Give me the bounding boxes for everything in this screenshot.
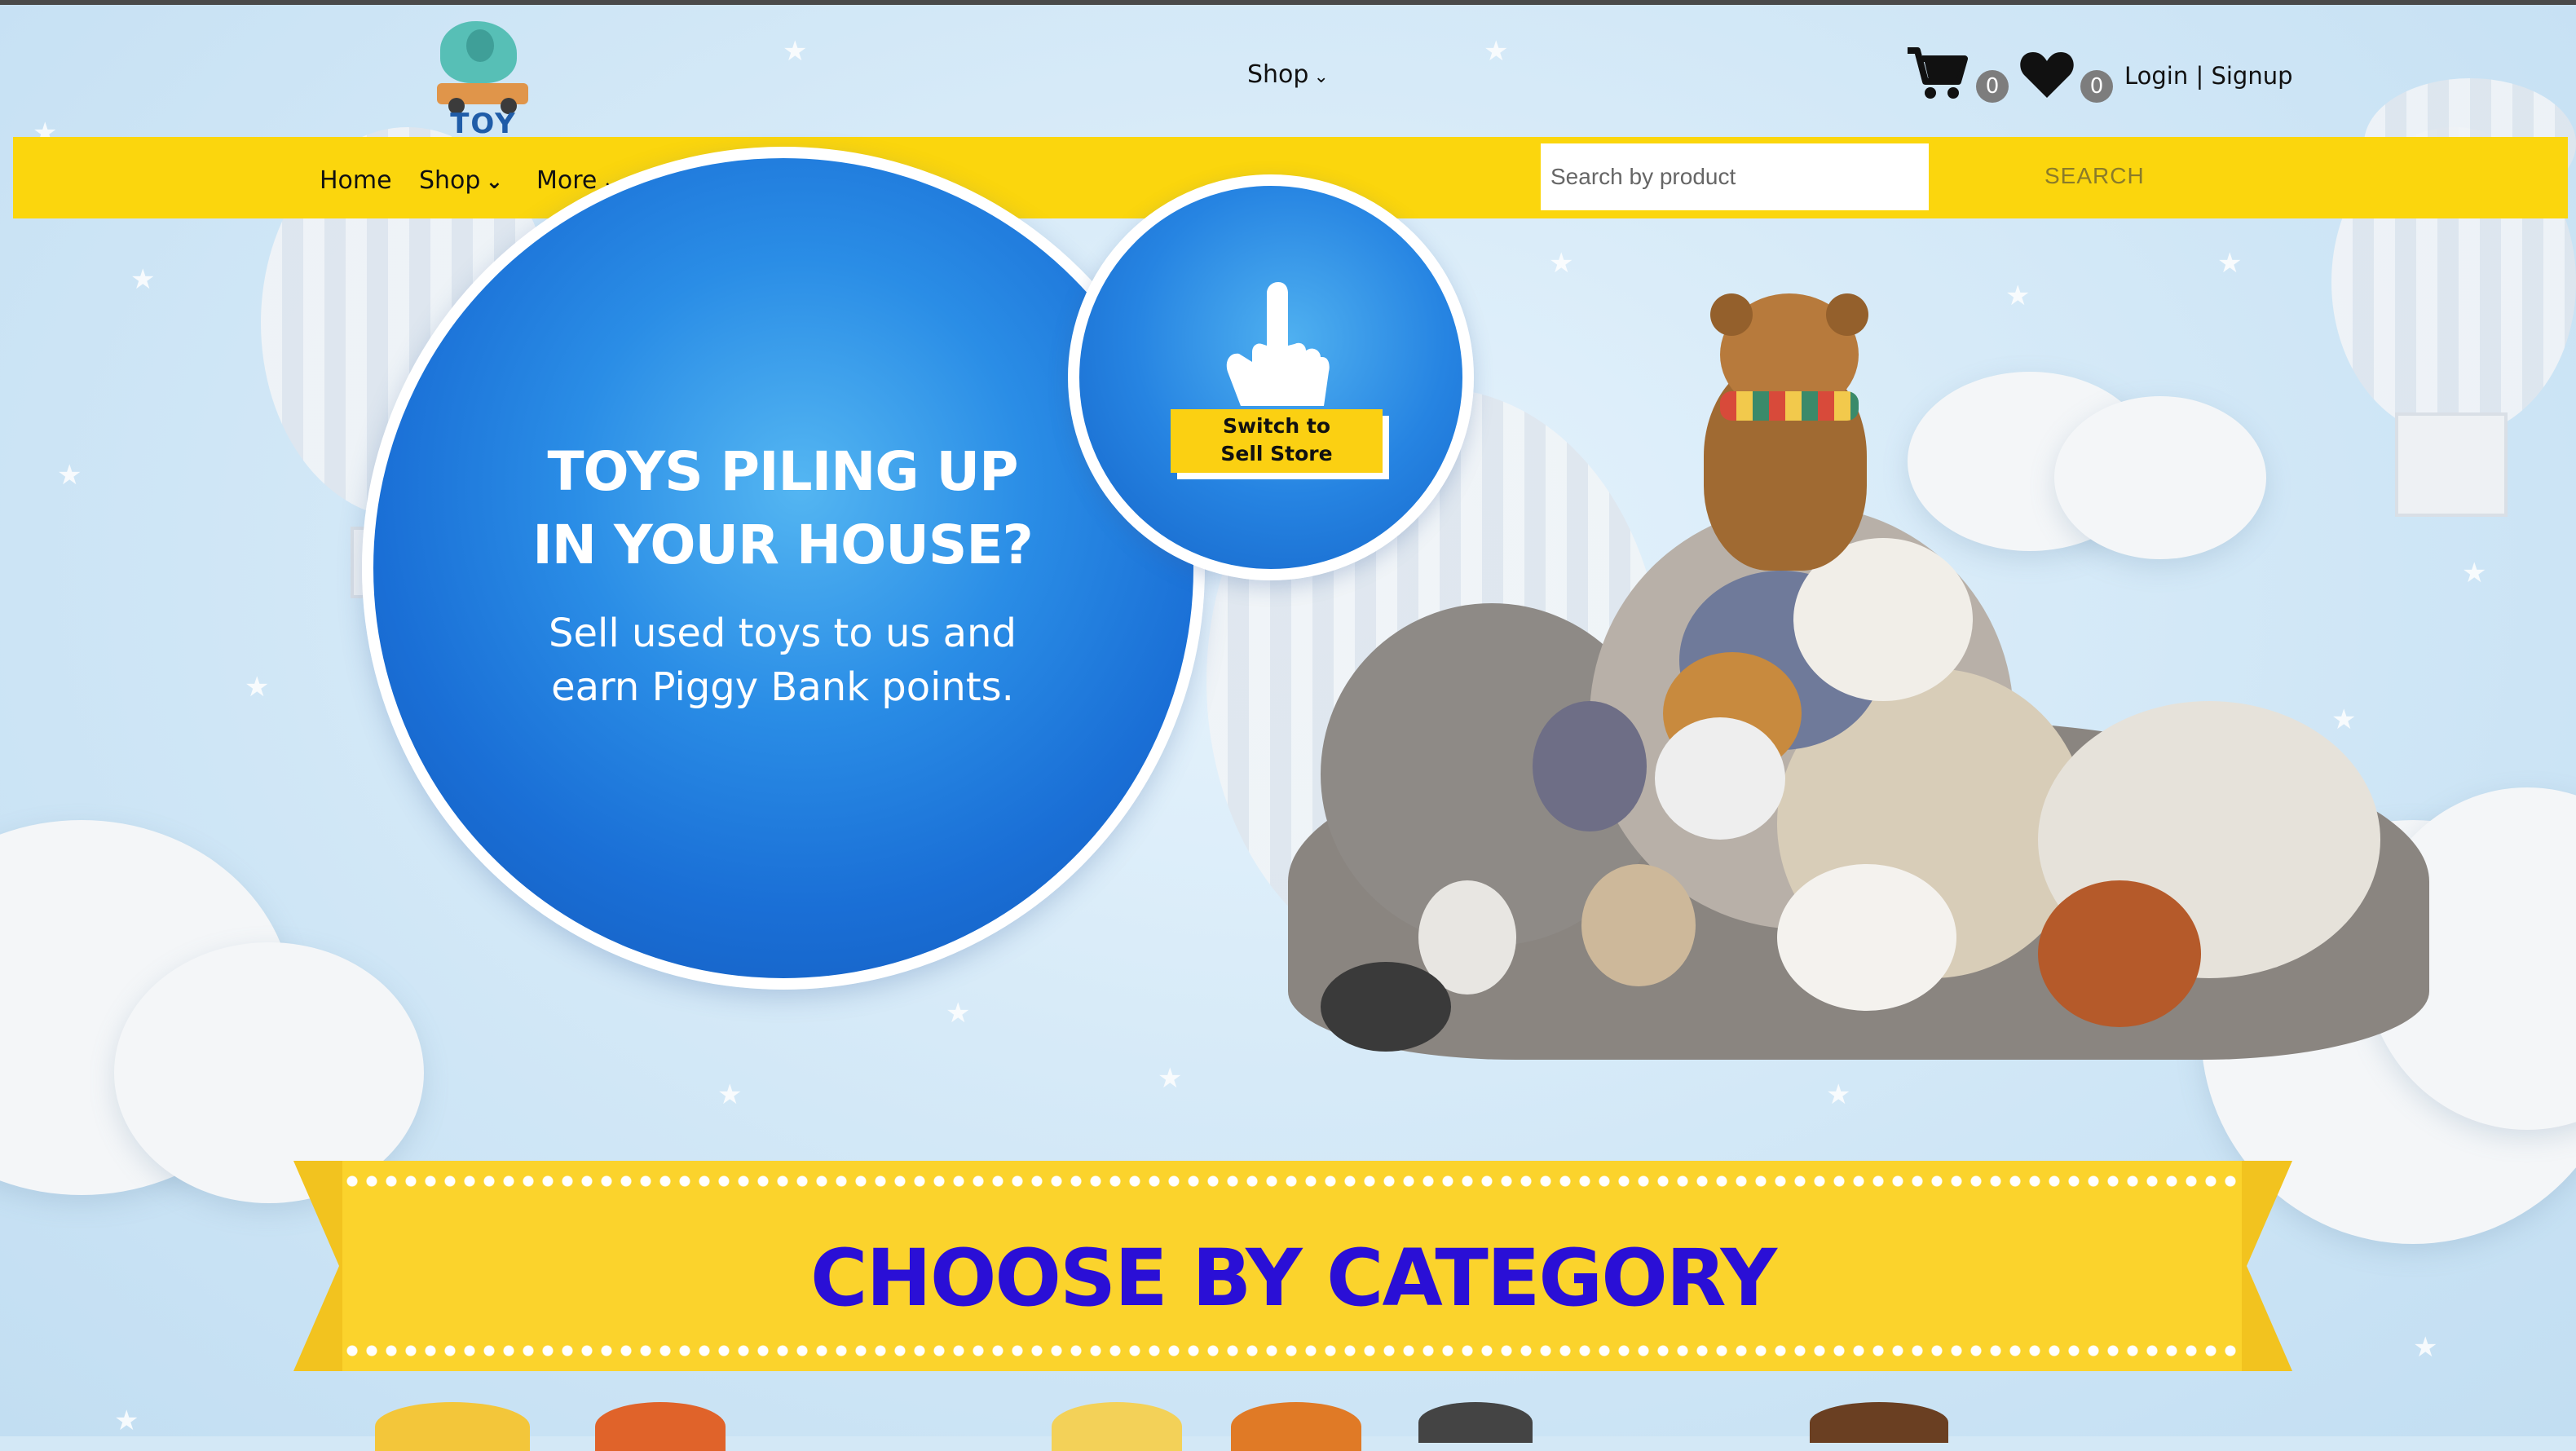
toy-shape bbox=[1533, 701, 1647, 831]
basket-decoration bbox=[2395, 412, 2508, 517]
star-decoration: ★ bbox=[1826, 1078, 1851, 1111]
nav-home[interactable]: Home bbox=[320, 166, 392, 195]
star-decoration: ★ bbox=[114, 1405, 139, 1436]
toy-shape bbox=[1655, 717, 1785, 840]
nav-shop-label: Shop bbox=[419, 166, 481, 195]
nav-shop-dropdown[interactable]: Shop ⌄ bbox=[419, 166, 503, 195]
cloud-decoration bbox=[2054, 396, 2266, 559]
header-shop-label: Shop bbox=[1247, 60, 1309, 89]
kid-avatar[interactable] bbox=[595, 1402, 726, 1451]
star-decoration: ★ bbox=[946, 997, 971, 1030]
switch-label-line: Switch to bbox=[1222, 414, 1331, 438]
chevron-down-icon: ⌄ bbox=[485, 170, 504, 194]
category-banner: CHOOSE BY CATEGORY bbox=[293, 1161, 2292, 1371]
hero-title-line: TOYS PILING UP bbox=[547, 440, 1019, 503]
star-decoration: ★ bbox=[2331, 703, 2357, 736]
logo[interactable]: TOY MARCHE bbox=[398, 18, 569, 173]
elephant-ear-icon bbox=[466, 29, 494, 62]
star-decoration: ★ bbox=[717, 1078, 743, 1111]
scarf-shape bbox=[1720, 391, 1859, 421]
kid-avatar[interactable] bbox=[1052, 1402, 1182, 1451]
chevron-down-icon: ⌄ bbox=[1313, 67, 1329, 87]
teddy-bear-ear bbox=[1710, 293, 1753, 336]
wishlist-count-badge: 0 bbox=[2080, 70, 2113, 103]
cart-count-badge: 0 bbox=[1976, 70, 2009, 103]
heart-icon[interactable] bbox=[2018, 49, 2075, 101]
hero-title-line: IN YOUR HOUSE? bbox=[532, 514, 1034, 576]
toy-shape bbox=[1777, 864, 1956, 1011]
star-decoration: ★ bbox=[1484, 35, 1509, 68]
cart-icon[interactable] bbox=[1906, 46, 1968, 103]
search-input[interactable] bbox=[1541, 143, 1929, 210]
star-decoration: ★ bbox=[1549, 247, 1574, 280]
star-decoration: ★ bbox=[2413, 1331, 2438, 1364]
ribbon-dots-bottom bbox=[342, 1345, 2242, 1356]
star-decoration: ★ bbox=[2462, 557, 2487, 589]
toy-shape bbox=[1581, 864, 1696, 986]
category-title: CHOOSE BY CATEGORY bbox=[810, 1233, 1777, 1324]
teddy-bear-ear bbox=[1826, 293, 1868, 336]
star-decoration: ★ bbox=[2005, 280, 2031, 312]
ribbon-dots-top bbox=[342, 1175, 2242, 1187]
kid-avatar[interactable] bbox=[1231, 1402, 1361, 1451]
star-decoration: ★ bbox=[130, 263, 156, 296]
hero-subtitle: Sell used toys to us and earn Piggy Bank… bbox=[473, 606, 1092, 714]
search-button[interactable]: SEARCH bbox=[2044, 163, 2145, 189]
login-signup-link[interactable]: Login | Signup bbox=[2124, 62, 2292, 90]
star-decoration: ★ bbox=[1158, 1062, 1183, 1095]
nav-more-label: More bbox=[536, 166, 598, 195]
switch-label-line: Sell Store bbox=[1220, 442, 1333, 465]
kid-avatar[interactable] bbox=[375, 1402, 530, 1451]
pointing-hand-icon bbox=[1226, 282, 1330, 406]
toy-shape bbox=[2038, 880, 2201, 1027]
star-decoration: ★ bbox=[783, 35, 808, 68]
hero-subtitle-line: earn Piggy Bank points. bbox=[551, 664, 1014, 710]
switch-to-sell-store-button[interactable]: Switch to Sell Store bbox=[1171, 409, 1383, 473]
star-decoration: ★ bbox=[245, 671, 270, 703]
star-decoration: ★ bbox=[2217, 247, 2243, 280]
kid-avatar[interactable] bbox=[1810, 1402, 1948, 1443]
star-decoration: ★ bbox=[57, 459, 82, 492]
kid-avatar[interactable] bbox=[1418, 1402, 1533, 1443]
hero-title: TOYS PILING UP IN YOUR HOUSE? bbox=[473, 435, 1092, 582]
header-shop-dropdown[interactable]: Shop ⌄ bbox=[1247, 60, 1329, 89]
toy-shape bbox=[1321, 962, 1451, 1052]
hero-subtitle-line: Sell used toys to us and bbox=[549, 611, 1017, 656]
